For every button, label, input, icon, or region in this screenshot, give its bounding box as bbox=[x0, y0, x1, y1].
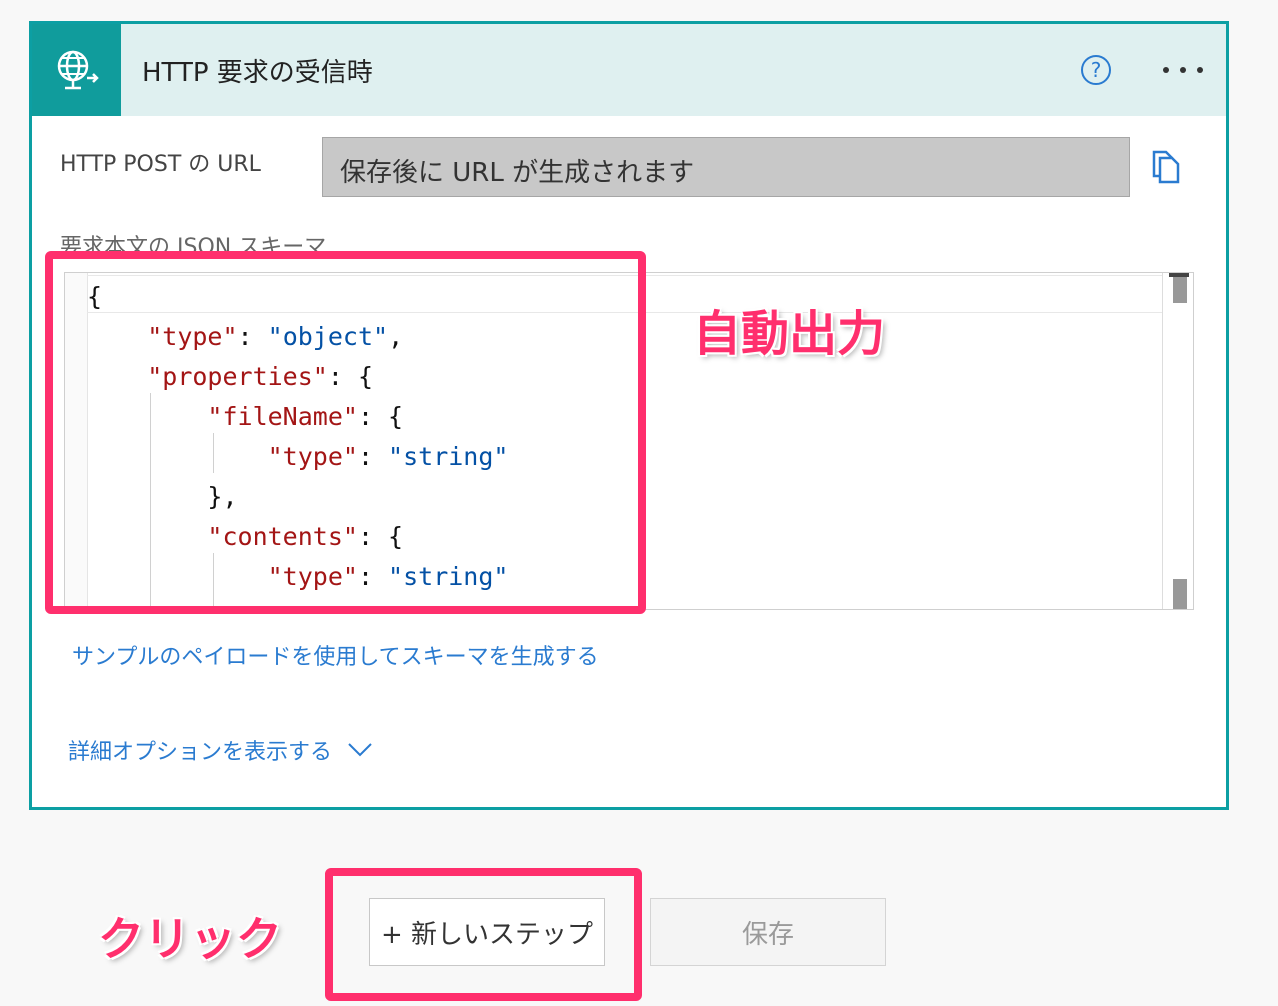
new-step-button[interactable]: + 新しいステップ bbox=[369, 898, 605, 966]
chevron-down-icon bbox=[348, 743, 372, 757]
annotation-click: クリック bbox=[98, 912, 282, 966]
advanced-options-toggle[interactable]: 詳細オプションを表示する bbox=[68, 734, 372, 766]
scroll-thumb-bottom[interactable] bbox=[1173, 579, 1187, 609]
globe-request-icon bbox=[32, 24, 121, 116]
advanced-options-label: 詳細オプションを表示する bbox=[68, 740, 333, 765]
svg-text:?: ? bbox=[1091, 58, 1102, 82]
editor-scrollbar[interactable] bbox=[1162, 273, 1193, 609]
highlight-box-schema bbox=[45, 251, 646, 614]
card-header[interactable]: HTTP 要求の受信時 ? bbox=[32, 24, 1226, 116]
scroll-thumb[interactable] bbox=[1169, 273, 1189, 303]
trigger-title: HTTP 要求の受信時 bbox=[142, 58, 373, 88]
copy-icon[interactable] bbox=[1148, 148, 1182, 186]
annotation-auto-output: 自動出力 bbox=[693, 306, 886, 362]
url-field: 保存後に URL が生成されます bbox=[322, 137, 1130, 197]
help-icon[interactable]: ? bbox=[1080, 54, 1112, 86]
generate-schema-link[interactable]: サンプルのペイロードを使用してスキーマを生成する bbox=[72, 639, 599, 671]
more-icon[interactable] bbox=[1158, 58, 1208, 82]
save-button[interactable]: 保存 bbox=[650, 898, 886, 966]
url-label: HTTP POST の URL bbox=[60, 152, 261, 177]
